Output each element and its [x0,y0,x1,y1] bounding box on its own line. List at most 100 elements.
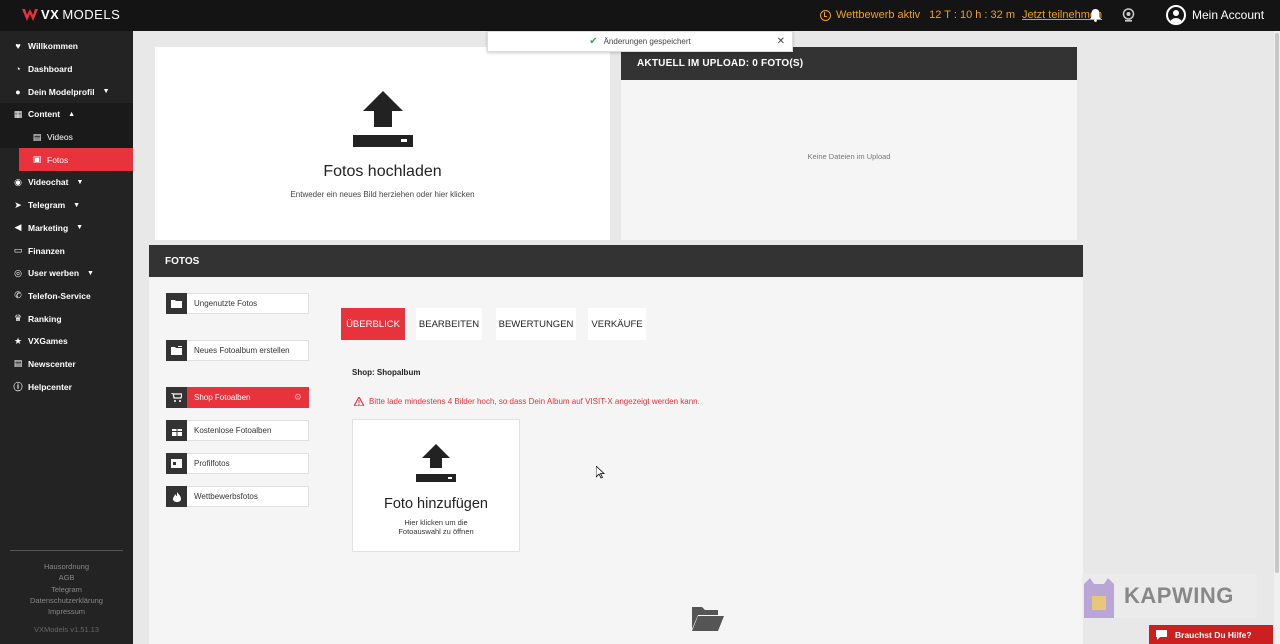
album-label: Neues Fotoalbum erstellen [194,346,290,355]
footer-link-agb[interactable]: AGB [0,572,133,583]
save-toast: ✔ Änderungen gespeichert ✕ [487,31,793,52]
webcam-icon[interactable] [1122,8,1135,22]
album-kostenlose-fotoalben[interactable]: Kostenlose Fotoalben [166,420,309,441]
sidebar-item-willkommen[interactable]: ♥ Willkommen [0,35,133,58]
sidebar-item-label: Finanzen [28,245,65,256]
bell-icon[interactable] [1089,8,1102,22]
tab-verkaeufe[interactable]: VERKÄUFE [588,308,646,340]
upload-queue-empty: Keine Dateien im Upload [807,152,891,161]
sidebar-item-label: Dein Modelprofil [28,86,95,97]
upload-title: Fotos hochladen [323,163,442,180]
chevron-down-icon: ▼ [76,224,84,232]
album-label: Ungenutzte Fotos [194,299,258,308]
album-label: Profilfotos [194,459,230,468]
chevron-down-icon: ▼ [102,88,110,96]
album-label: Shop Fotoalben [194,393,251,402]
sidebar-item-finanzen[interactable]: ▭ Finanzen [0,239,133,262]
sidebar-item-label: Videos [47,132,73,143]
warning-text: Bitte lade mindestens 4 Bilder hoch, so … [369,397,700,406]
add-photo-title: Foto hinzufügen [384,496,488,512]
shop-album-title: Shop: Shopalbum [352,368,421,377]
kapwing-logo-icon [1084,578,1114,618]
sidebar-item-label: Dashboard [28,64,73,75]
sidebar-item-ranking[interactable]: ♛ Ranking [0,307,133,330]
sidebar-item-modelprofil[interactable]: ● Dein Modelprofil ▼ [0,80,133,103]
sidebar-item-fotos[interactable]: ▣ Fotos [19,148,133,172]
sidebar-item-label: Telefon-Service [28,290,91,301]
scrollbar-thumb[interactable] [1275,33,1279,573]
footer-link-telegram[interactable]: Telegram [0,584,133,595]
sidebar-item-newscenter[interactable]: ▤ Newscenter [0,353,133,376]
logo-prefix: VX [41,7,60,22]
contest-timer: 12 T : 10 h : 32 m [929,9,1015,21]
kapwing-watermark: KAPWING [1082,574,1257,618]
phone-icon: ✆ [14,290,22,301]
sidebar: ♥ Willkommen ◔ Dashboard ● Dein Modelpro… [0,31,133,644]
album-wettbewerbsfotos[interactable]: Wettbewerbsfotos [166,486,309,507]
sidebar-item-label: Newscenter [28,358,76,369]
megaphone-icon: ◀ [14,222,22,233]
tab-ueberblick[interactable]: ÜBERBLICK [341,308,405,340]
photo-upload-dropzone[interactable]: Fotos hochladen Entweder ein neues Bild … [155,47,610,240]
footer-link-datenschutz[interactable]: Datenschutzerklärung [0,595,133,606]
upload-subtitle: Entweder ein neues Bild herziehen oder h… [290,190,475,199]
logo-mark-icon [22,8,38,21]
album-ungenutzte-fotos[interactable]: Ungenutzte Fotos [166,293,309,314]
footer-link-hausordnung[interactable]: Hausordnung [0,561,133,572]
sidebar-item-vxgames[interactable]: ★ VXGames [0,330,133,353]
info-icon: ⓘ [13,382,23,393]
fotos-section: FOTOS Ungenutzte Fotos Neues Fotoalbum e… [149,245,1083,644]
sidebar-item-label: User werben [28,268,80,279]
money-icon: ▭ [13,245,23,256]
contest-label: Wettbewerb aktiv [836,9,921,21]
trophy-icon: ♛ [13,313,23,324]
film-icon: ▦ [13,108,23,119]
vxmodels-logo[interactable]: VX MODELS [22,7,120,22]
add-photo-subtitle-line2: Fotoauswahl zu öffnen [398,527,474,536]
sidebar-item-label: VXGames [28,336,68,347]
sidebar-item-label: Fotos [47,154,69,165]
image-icon: ▣ [32,154,42,165]
sidebar-item-videos[interactable]: ▤ Videos [0,125,133,149]
album-neues-fotoalbum[interactable]: Neues Fotoalbum erstellen [166,340,309,361]
help-chat-button[interactable]: Brauchst Du Hilfe? [1149,625,1273,644]
sidebar-item-label: Content [28,109,61,120]
warning-icon [354,397,364,406]
chevron-down-icon: ▼ [73,201,81,209]
album-profilfotos[interactable]: Profilfotos [166,453,309,474]
album-label: Kostenlose Fotoalben [194,426,272,435]
footer-link-impressum[interactable]: Impressum [0,606,133,617]
album-shop-fotoalben[interactable]: Shop Fotoalben ⚙ [166,387,309,408]
heart-icon: ♥ [15,41,21,52]
version-label: VXModels v1.51.13 [33,625,100,634]
tab-bewertungen[interactable]: BEWERTUNGEN [496,308,576,340]
clock-icon [820,9,831,21]
sidebar-item-content[interactable]: ▦ Content ▲ [0,103,133,126]
gear-icon[interactable]: ⚙ [294,392,302,403]
sidebar-item-telefon-service[interactable]: ✆ Telefon-Service [0,285,133,308]
toast-message: Änderungen gespeichert [603,37,691,46]
mouse-cursor-icon [596,466,605,479]
sidebar-item-dashboard[interactable]: ◔ Dashboard [0,58,133,81]
upload-icon [416,444,456,482]
sidebar-item-helpcenter[interactable]: ⓘ Helpcenter [0,375,133,398]
add-photo-subtitle: Hier klicken um die Fotoauswahl zu öffne… [353,518,519,536]
top-bar: VX MODELS Wettbewerb aktiv 12 T : 10 h : … [0,0,1280,31]
open-folder-icon [692,607,724,631]
users-icon: ◎ [14,267,22,278]
sidebar-item-videochat[interactable]: ◉ Videochat ▼ [0,171,133,194]
account-menu[interactable]: Mein Account [1166,5,1264,25]
upload-icon [353,91,413,147]
sidebar-item-user-werben[interactable]: ◎ User werben ▼ [0,262,133,285]
add-photo-card[interactable]: Foto hinzufügen Hier klicken um die Foto… [352,419,520,552]
tab-bearbeiten[interactable]: BEARBEITEN [416,308,482,340]
folder-icon [166,293,187,314]
close-icon[interactable]: ✕ [777,36,785,47]
logo-suffix: MODELS [62,7,121,22]
sidebar-item-telegram[interactable]: ➤ Telegram ▼ [0,194,133,217]
folder-plus-icon [166,340,187,361]
account-label: Mein Account [1192,8,1265,22]
chevron-up-icon: ▲ [68,110,76,118]
telegram-icon: ➤ [14,199,22,210]
sidebar-item-marketing[interactable]: ◀ Marketing ▼ [0,217,133,240]
